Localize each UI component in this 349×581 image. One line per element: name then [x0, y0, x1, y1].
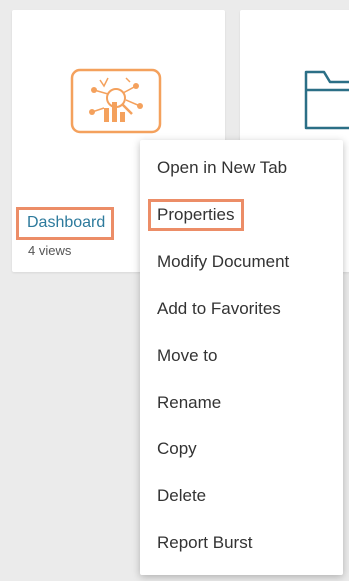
menu-item-label: Add to Favorites: [157, 299, 281, 318]
menu-item-report-burst[interactable]: Report Burst: [140, 520, 343, 566]
dashboard-card-views: 4 views: [28, 243, 72, 258]
folder-icon: [304, 70, 349, 130]
menu-item-modify-document[interactable]: Modify Document: [140, 239, 343, 285]
dashboard-card-title-text: Dashboard: [27, 214, 106, 231]
menu-item-properties[interactable]: Properties: [140, 192, 343, 238]
menu-item-copy[interactable]: Copy: [140, 426, 343, 472]
menu-item-label: Rename: [157, 393, 222, 412]
menu-item-label: Move to: [157, 346, 218, 365]
menu-item-label: Report Burst: [157, 533, 253, 552]
dashboard-analytics-icon: [70, 68, 162, 134]
menu-item-add-to-favorites[interactable]: Add to Favorites: [140, 286, 343, 332]
menu-item-label: Modify Document: [157, 252, 290, 271]
dashboard-card-title[interactable]: Dashboard: [16, 207, 115, 240]
menu-item-move-to[interactable]: Move to: [140, 333, 343, 379]
menu-item-label: Properties: [148, 199, 245, 231]
menu-item-delete[interactable]: Delete: [140, 473, 343, 519]
menu-item-rename[interactable]: Rename: [140, 380, 343, 426]
menu-item-label: Delete: [157, 486, 207, 505]
menu-item-open-in-new-tab[interactable]: Open in New Tab: [140, 145, 343, 191]
menu-item-label: Open in New Tab: [157, 158, 288, 177]
menu-item-label: Copy: [157, 439, 197, 458]
context-menu: Open in New Tab Properties Modify Docume…: [140, 140, 343, 575]
